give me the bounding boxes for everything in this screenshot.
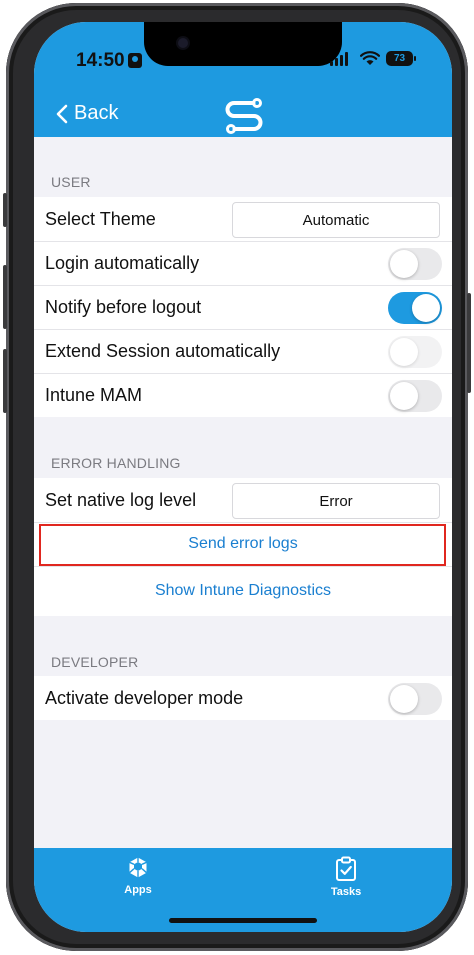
send-error-logs-button[interactable]: Send error logs [34, 522, 452, 566]
extend-session-toggle[interactable] [388, 336, 442, 368]
back-button[interactable]: Back [56, 102, 118, 125]
tab-tasks[interactable]: Tasks [306, 856, 386, 898]
volume-down-button [3, 349, 7, 413]
tab-apps[interactable]: Apps [98, 856, 178, 896]
select-theme-button[interactable]: Automatic [232, 202, 440, 238]
tab-apps-label: Apps [124, 884, 152, 896]
signal-icon [330, 52, 348, 66]
notch [144, 22, 342, 66]
show-intune-diagnostics-button[interactable]: Show Intune Diagnostics [34, 566, 452, 616]
section-title-user: USER [51, 174, 91, 190]
cubes-icon [129, 857, 147, 878]
clipboard-check-icon [336, 856, 356, 881]
notify-before-logout-row: Notify before logout [34, 285, 452, 329]
log-level-select-button[interactable]: Error [232, 483, 440, 519]
user-settings-group: Select Theme Automatic Login automatical… [34, 197, 452, 417]
select-theme-row: Select Theme Automatic [34, 197, 452, 241]
app-logo-icon [225, 98, 263, 134]
login-automatically-toggle[interactable] [388, 248, 442, 280]
volume-up-button [3, 265, 7, 329]
screen: 14:50 73 Back USER Select Theme Automati… [34, 22, 452, 932]
log-level-row: Set native log level Error [34, 478, 452, 522]
show-intune-diagnostics-label: Show Intune Diagnostics [154, 582, 332, 599]
home-indicator[interactable] [169, 918, 317, 923]
battery-icon: 73 [386, 51, 416, 66]
extend-session-row: Extend Session automatically [34, 329, 452, 373]
phone-frame: 14:50 73 Back USER Select Theme Automati… [3, 3, 471, 951]
developer-mode-row: Activate developer mode [34, 676, 452, 720]
status-time: 14:50 [76, 50, 125, 71]
developer-mode-toggle[interactable] [388, 683, 442, 715]
app-header: 14:50 73 Back [34, 22, 452, 137]
section-title-error-handling: ERROR HANDLING [51, 455, 181, 471]
wifi-icon [360, 51, 380, 65]
intune-mam-row: Intune MAM [34, 373, 452, 417]
chevron-left-icon [56, 104, 68, 123]
focus-person-icon [128, 53, 142, 68]
login-automatically-row: Login automatically [34, 241, 452, 285]
send-error-logs-label: Send error logs [188, 535, 298, 552]
developer-group: Activate developer mode [34, 676, 452, 720]
notify-before-logout-toggle[interactable] [388, 292, 442, 324]
tab-tasks-label: Tasks [330, 886, 362, 898]
power-button [467, 293, 471, 393]
back-label: Back [74, 102, 119, 124]
intune-mam-toggle[interactable] [388, 380, 442, 412]
mute-switch [3, 193, 7, 227]
camera-icon [178, 38, 188, 48]
section-title-developer: DEVELOPER [51, 654, 139, 670]
error-handling-group: Set native log level Error Send error lo… [34, 478, 452, 616]
